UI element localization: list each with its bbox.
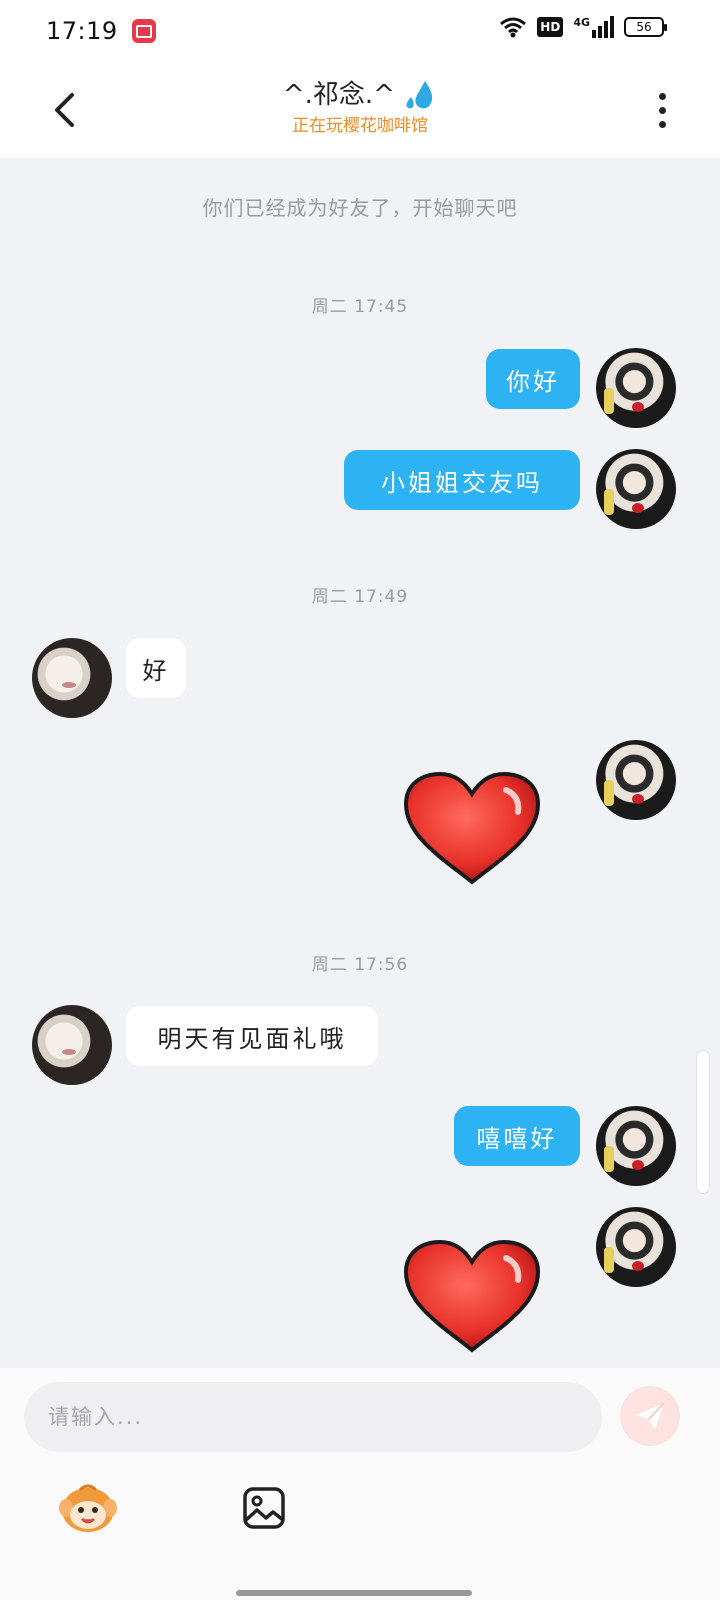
- back-button[interactable]: [42, 86, 86, 134]
- scrollbar-handle[interactable]: [696, 1050, 710, 1194]
- image-icon: [243, 1487, 285, 1529]
- incoming-message[interactable]: 好: [126, 638, 186, 698]
- screen-record-icon: [131, 19, 156, 43]
- message-timestamp: 周二 17:56: [311, 955, 409, 975]
- contact-status: 正在玩樱花咖啡馆: [292, 115, 428, 136]
- chat-header: ^.祁念.^ 正在玩樱花咖啡馆: [0, 62, 720, 158]
- status-bar: 17:19 HD 4G 56: [0, 0, 720, 62]
- system-notice: 你们已经成为好友了，开始聊天吧: [202, 196, 518, 220]
- chat-messages[interactable]: 你们已经成为好友了，开始聊天吧 周二 17:45 你好 小姐姐交友吗 周二 17…: [0, 158, 720, 1390]
- my-avatar[interactable]: [596, 740, 676, 820]
- contact-info[interactable]: ^.祁念.^ 正在玩樱花咖啡馆: [160, 78, 560, 137]
- emoji-mascot-icon: [59, 1484, 117, 1532]
- home-indicator[interactable]: [236, 1590, 472, 1596]
- outgoing-message[interactable]: 你好: [486, 349, 580, 409]
- message-composer: [0, 1368, 720, 1600]
- heart-icon[interactable]: [402, 770, 542, 890]
- status-icons: HD 4G 56: [499, 16, 667, 38]
- my-avatar[interactable]: [596, 449, 676, 529]
- incoming-message[interactable]: 明天有见面礼哦: [126, 1006, 378, 1066]
- more-options-button[interactable]: [644, 90, 680, 130]
- send-icon: [636, 1402, 665, 1430]
- status-time: 17:19: [46, 17, 118, 45]
- more-vertical-icon: [658, 92, 666, 100]
- hd-icon: HD: [537, 17, 564, 37]
- signal-icon: 4G: [573, 16, 614, 38]
- water-drop-icon: [406, 80, 433, 108]
- back-arrow-icon: [55, 93, 74, 127]
- my-avatar[interactable]: [596, 348, 676, 428]
- contact-avatar[interactable]: [32, 638, 112, 718]
- wifi-icon: [500, 17, 527, 38]
- battery-icon: 56: [624, 17, 667, 37]
- network-type: 4G: [573, 16, 590, 29]
- heart-icon[interactable]: [402, 1238, 542, 1358]
- send-button[interactable]: [620, 1386, 680, 1446]
- contact-name: ^.祁念.^: [282, 80, 395, 110]
- image-button[interactable]: [234, 1478, 294, 1538]
- message-timestamp: 周二 17:49: [311, 587, 409, 607]
- message-timestamp: 周二 17:45: [311, 297, 409, 317]
- outgoing-message[interactable]: 嘻嘻好: [454, 1106, 580, 1166]
- contact-avatar[interactable]: [32, 1005, 112, 1085]
- outgoing-message[interactable]: 小姐姐交友吗: [344, 450, 580, 510]
- my-avatar[interactable]: [596, 1207, 676, 1287]
- emoji-button[interactable]: [58, 1478, 118, 1538]
- message-input[interactable]: [24, 1382, 602, 1452]
- my-avatar[interactable]: [596, 1106, 676, 1186]
